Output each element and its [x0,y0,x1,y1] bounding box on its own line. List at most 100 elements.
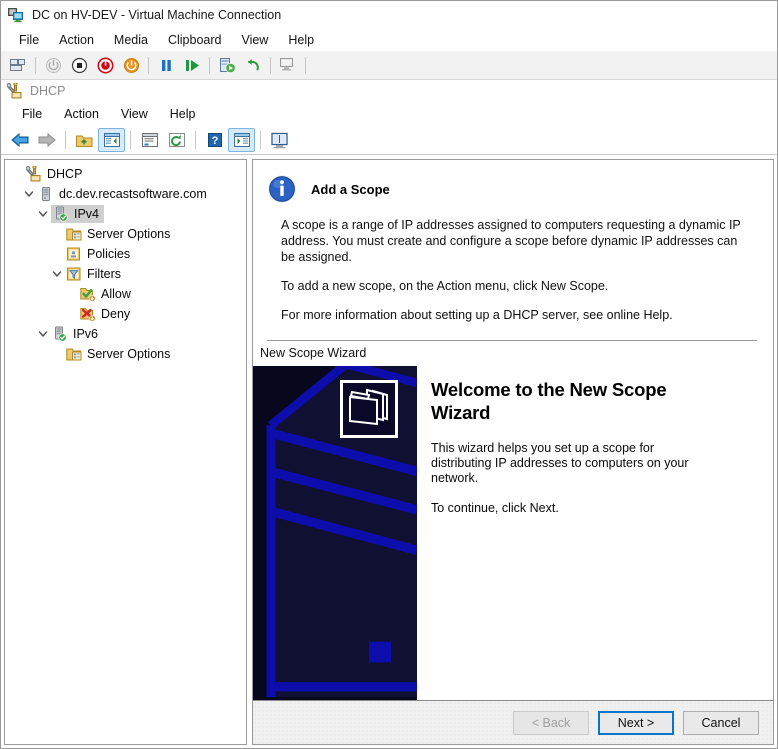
tree-item-server-options-ipv6[interactable]: Server Options [7,344,246,364]
add-scope-heading-row: Add a Scope [267,174,757,204]
dhcp-console-icon [25,166,43,182]
chevron-down-icon[interactable] [35,326,51,342]
mmc-menu-help[interactable]: Help [159,104,207,124]
virtual-machine-connection-window: DC on HV-DEV - Virtual Machine Connectio… [0,0,778,749]
back-button[interactable]: < Back [513,710,589,735]
properties-icon[interactable] [136,128,163,152]
dhcp-console-icon [7,83,23,99]
next-button[interactable]: Next > [598,710,674,735]
chevron-down-icon[interactable] [21,186,37,202]
tree-item-label: Allow [101,287,131,301]
tree-item-ipv4[interactable]: IPv4 [7,204,246,224]
vm-menu-view[interactable]: View [231,30,278,50]
tree-item-server-options[interactable]: Server Options [7,224,246,244]
toolbar-separator [35,56,36,74]
help-icon[interactable]: ? [201,128,228,152]
mmc-menu-view[interactable]: View [110,104,159,124]
pause-icon[interactable] [153,53,179,77]
show-hide-action-pane-icon[interactable] [228,128,255,152]
wizard-main: Welcome to the New Scope Wizard This wiz… [253,365,773,700]
policies-folder-icon [65,246,83,262]
tree-item-label: dc.dev.recastsoftware.com [59,187,207,201]
folders-stack-icon [340,380,398,438]
wizard-banner [253,366,417,700]
cancel-button[interactable]: Cancel [683,710,759,735]
add-scope-title: Add a Scope [311,181,390,197]
mmc-menu-file[interactable]: File [11,104,53,124]
mmc-title-bar: DHCP [1,80,777,102]
tree-item-label: IPv4 [74,207,100,221]
tree-item-dhcp[interactable]: DHCP [7,164,246,184]
tree-item-label: Server Options [87,227,171,241]
vm-menu-file[interactable]: File [9,30,49,50]
chevron-down-icon[interactable] [35,206,51,222]
console-body: DHCP dc.dev.recastsoftware.com IPv4 Serv… [1,155,777,748]
up-one-level-icon[interactable] [71,128,98,152]
toolbar-separator [130,131,131,149]
guest-screen: DHCP File Action View Help ? DHCP dc.dev… [1,80,777,748]
twisty-placeholder [9,166,25,182]
vm-menu-action[interactable]: Action [49,30,104,50]
tree-item-ipv6[interactable]: IPv6 [7,324,246,344]
turn-off-icon[interactable] [92,53,118,77]
svg-text:?: ? [211,135,218,147]
toolbar-separator [209,56,210,74]
toolbar-separator [305,56,306,74]
wizard-caption: New Scope Wizard [253,341,773,365]
allow-folder-icon [79,286,97,302]
tree-item-label: Server Options [87,347,171,361]
forward-icon[interactable] [33,128,60,152]
tree-selection-highlight: IPv4 [51,205,105,223]
vm-menu-media[interactable]: Media [104,30,158,50]
mmc-menu-bar: File Action View Help [1,102,777,126]
add-scope-section: Add a Scope A scope is a range of IP add… [253,160,773,341]
tree-item-label: Filters [87,267,122,281]
resume-icon[interactable] [179,53,205,77]
add-scope-paragraph-1: A scope is a range of IP addresses assig… [281,218,741,264]
tree-item-allow[interactable]: Allow [7,284,246,304]
tree-item-deny[interactable]: Deny [7,304,246,324]
server-icon [37,186,55,202]
refresh-icon[interactable] [163,128,190,152]
vm-menu-help[interactable]: Help [278,30,324,50]
wizard-body-1: This wizard helps you set up a scope for… [431,441,689,485]
back-icon[interactable] [6,128,33,152]
ipv6-server-icon [51,326,69,342]
chevron-down-icon[interactable] [49,266,65,282]
tree-item-label: Policies [87,247,131,261]
tree-item-server[interactable]: dc.dev.recastsoftware.com [7,184,246,204]
mmc-menu-action[interactable]: Action [53,104,110,124]
tree-item-label: IPv6 [73,327,99,341]
shutdown-icon[interactable] [66,53,92,77]
virtual-machine-icon [8,7,24,23]
wizard-footer: < Back Next > Cancel [253,700,773,744]
checkpoint-icon[interactable] [214,53,240,77]
vm-menu-bar: File Action Media Clipboard View Help [1,28,777,51]
export-list-icon[interactable] [266,128,293,152]
add-scope-paragraph-2: To add a new scope, on the Action menu, … [281,279,609,293]
tree-item-policies[interactable]: Policies [7,244,246,264]
start-icon[interactable] [40,53,66,77]
new-scope-wizard: New Scope Wizard Welcome to the New Scop… [253,341,773,744]
vm-menu-clipboard[interactable]: Clipboard [158,30,232,50]
ipv4-server-icon [52,206,70,222]
save-state-icon[interactable] [118,53,144,77]
tree-item-label: DHCP [47,167,83,181]
filters-funnel-icon [65,266,83,282]
toolbar-separator [195,131,196,149]
toolbar-separator [148,56,149,74]
enhanced-session-icon[interactable] [275,53,301,77]
server-options-folder-icon [65,346,83,362]
tree-item-filters[interactable]: Filters [7,264,246,284]
toolbar-separator [260,131,261,149]
toolbar-separator [270,56,271,74]
detail-pane: Add a Scope A scope is a range of IP add… [252,159,774,745]
show-hide-console-tree-icon[interactable] [98,128,125,152]
ctrl-alt-del-icon[interactable] [5,53,31,77]
deny-folder-icon [79,306,97,322]
mmc-title-text: DHCP [30,84,66,98]
wizard-heading: Welcome to the New Scope Wizard [431,379,667,423]
server-options-folder-icon [65,226,83,242]
revert-icon[interactable] [240,53,266,77]
console-tree[interactable]: DHCP dc.dev.recastsoftware.com IPv4 Serv… [4,159,247,745]
